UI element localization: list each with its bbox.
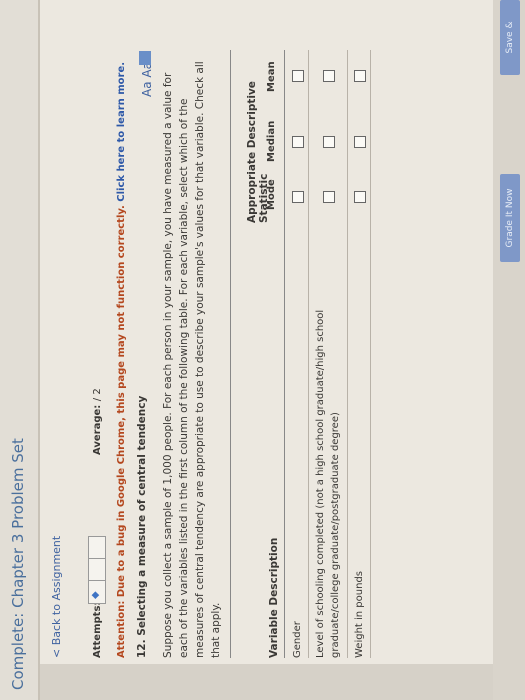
average-score: Average: / 2 [92,388,103,455]
column-header-mode: Mode [266,179,277,210]
learn-more-link[interactable]: Click here to learn more. [116,62,127,202]
action-bar [493,0,525,700]
checkbox-weight-mean[interactable] [354,70,366,82]
assignment-page: Complete: Chapter 3 Problem Set < Back t… [0,0,525,700]
back-to-assignment-link[interactable]: < Back to Assignment [50,536,63,658]
row-label: Weight in pounds [354,570,365,658]
checkbox-schooling-mode[interactable] [323,191,335,203]
attempts-indicator: ◆ [88,536,106,604]
bookmark-icon[interactable] [139,51,151,65]
sidebar [40,664,525,700]
chrome-bug-notice: Attention: Due to a bug in Google Chrome… [116,61,127,658]
checkbox-gender-mean[interactable] [292,70,304,82]
column-header-variable: Variable Description [268,537,280,658]
question-body: Suppose you collect a sample of 1,000 pe… [162,61,222,658]
checkbox-schooling-median[interactable] [323,136,335,148]
column-header-median: Median [266,120,277,162]
checkbox-schooling-mean[interactable] [323,70,335,82]
page-title: Complete: Chapter 3 Problem Set [9,438,27,690]
checkbox-weight-median[interactable] [354,136,366,148]
attempt-diamond-icon: ◆ [90,591,101,599]
checkbox-gender-mode[interactable] [292,191,304,203]
grade-it-now-button[interactable]: Grade It Now [500,174,520,262]
row-label: Gender [292,621,303,658]
checkbox-gender-median[interactable] [292,136,304,148]
page-header: Complete: Chapter 3 Problem Set [0,0,40,700]
row-label: Level of schooling completed (not a high… [315,309,341,658]
save-continue-button[interactable]: Save & Continue [500,0,520,75]
font-size-toggle[interactable]: Aa Aa [140,62,154,97]
checkbox-weight-mode[interactable] [354,191,366,203]
attempts-label: Attempts: [92,601,103,658]
question-title: 12. Selecting a measure of central tende… [136,395,148,658]
column-header-mean: Mean [266,61,277,92]
